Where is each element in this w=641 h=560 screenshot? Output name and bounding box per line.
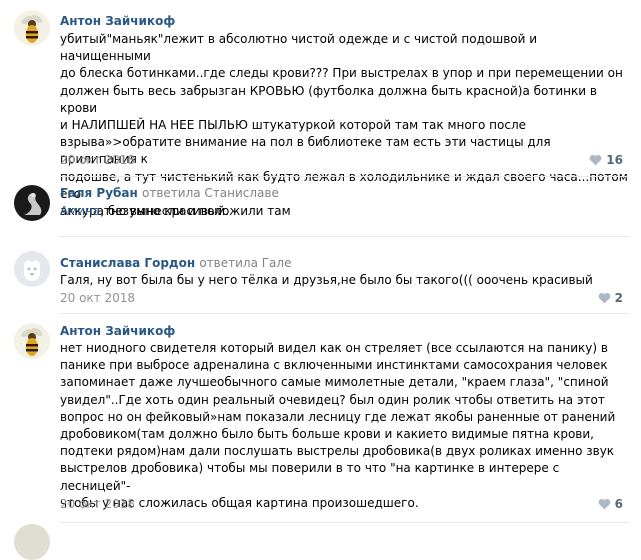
wasp-avatar-icon[interactable]	[14, 10, 50, 46]
comment-text: Галя, ну вот была бы у него тёлка и друз…	[60, 273, 593, 287]
like-button[interactable]: 2	[598, 291, 623, 305]
author-name[interactable]: Антон Зайчикоф	[60, 324, 175, 338]
wasp-avatar-icon[interactable]	[14, 323, 50, 359]
heart-icon	[598, 498, 611, 510]
default-dog-avatar-icon[interactable]	[14, 251, 50, 287]
reply-to-label[interactable]: ответила Станиславе	[142, 186, 279, 200]
like-count: 6	[614, 497, 623, 511]
comment-divider	[60, 236, 629, 237]
mention-link[interactable]: Амина	[60, 204, 100, 218]
comment-author[interactable]: Антон Зайчикоф	[60, 14, 175, 28]
comment-date[interactable]: 20 окт 2018	[60, 291, 135, 305]
like-button[interactable]: 6	[598, 497, 623, 511]
comment-text-body: , безумно красивый.	[100, 204, 229, 218]
heart-icon	[598, 292, 611, 304]
author-name[interactable]: Станислава Гордон	[60, 256, 195, 270]
reply-to-label[interactable]: ответила Гале	[199, 256, 291, 270]
author-name[interactable]: Галя Рубан	[60, 186, 138, 200]
comment-author[interactable]: Галя Рубан ответила Станиславе	[60, 186, 279, 200]
author-name[interactable]: Антон Зайчикоф	[60, 14, 175, 28]
comment-text: Амина, безумно красивый.	[60, 203, 628, 220]
comment-divider	[60, 522, 629, 523]
comment-author[interactable]: Антон Зайчикоф	[60, 324, 175, 338]
like-count: 16	[606, 153, 623, 167]
like-count: 2	[614, 291, 623, 305]
comment-text: нет ниодного свидетеля который видел как…	[60, 341, 616, 510]
next-comment-avatar[interactable]	[14, 524, 50, 560]
comment-divider	[60, 176, 629, 177]
swan-avatar-icon[interactable]	[14, 185, 50, 221]
comment-author[interactable]: Станислава Гордон ответила Гале	[60, 256, 291, 270]
comment-date[interactable]: 20 окт 2018	[60, 497, 135, 511]
heart-icon	[589, 154, 602, 166]
like-button[interactable]: 16	[589, 153, 623, 167]
comment-date[interactable]: 20 окт 2018	[60, 153, 135, 167]
comment-divider	[60, 313, 629, 314]
